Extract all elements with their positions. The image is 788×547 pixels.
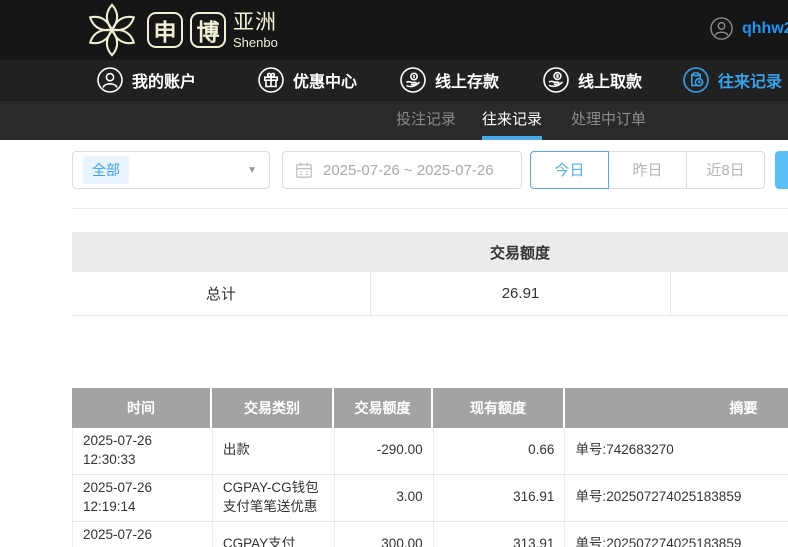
nav-item-transaction-records[interactable]: 往来记录 [683, 60, 782, 100]
quick-range-button-group: 今日 昨日 近8日 [530, 151, 765, 189]
nav-label: 我的账户 [132, 68, 196, 92]
nav-item-online-withdrawal[interactable]: 线上取款 [543, 60, 642, 100]
tab-label: 处理中订单 [571, 111, 646, 128]
summary-table-header: 交易额度 [72, 232, 788, 272]
row-time: 2025-07-26 12:19:14 [73, 522, 213, 547]
summary-header-amount: 交易额度 [370, 242, 670, 263]
type-filter-selected-tag[interactable]: 全部 [83, 156, 129, 184]
account-icon [97, 67, 123, 93]
tab-processing-orders[interactable]: 处理中订单 [571, 101, 646, 140]
nav-label: 线上存款 [435, 68, 499, 92]
row-type: CGPAY支付 [213, 522, 335, 547]
row-amount: 3.00 [335, 475, 434, 521]
tab-label: 投注记录 [396, 111, 456, 128]
summary-table: 交易额度 总计 26.91 [72, 232, 788, 316]
calendar-icon [295, 161, 313, 179]
row-amount: 300.00 [335, 522, 434, 547]
nav-item-online-deposit[interactable]: 线上存款 [400, 60, 499, 100]
nav-label: 往来记录 [718, 68, 782, 92]
column-header-summary: 摘要 [565, 388, 788, 428]
today-button[interactable]: 今日 [530, 151, 609, 189]
records-subnav: 投注记录 往来记录 处理中订单 [0, 100, 788, 140]
tab-betting-records[interactable]: 投注记录 [396, 101, 456, 140]
tab-label: 往来记录 [482, 111, 542, 128]
logo-region-text: 亚洲 [233, 12, 278, 33]
row-balance: 0.66 [434, 428, 566, 474]
tab-transaction-records[interactable]: 往来记录 [482, 101, 542, 140]
deposit-icon [400, 67, 426, 93]
row-type: CGPAY-CG钱包支付笔笔送优惠 [213, 475, 335, 521]
user-account-area[interactable]: qhhw2 [710, 17, 788, 40]
user-circle-icon [710, 17, 733, 40]
main-navbar: 我的账户 优惠中心 线上存款 [0, 60, 788, 100]
username-text[interactable]: qhhw2 [742, 20, 788, 38]
nav-item-promotions[interactable]: 优惠中心 [258, 60, 357, 100]
search-button[interactable] [775, 151, 788, 189]
nav-label: 线上取款 [578, 68, 642, 92]
records-table-header: 时间 交易类别 交易额度 现有额度 摘要 [72, 388, 788, 428]
column-header-time: 时间 [72, 388, 212, 428]
withdraw-icon [543, 67, 569, 93]
records-table: 时间 交易类别 交易额度 现有额度 摘要 2025-07-26 12:30:33… [72, 388, 788, 547]
logo-latin-text: Shenbo [233, 36, 278, 49]
column-header-type: 交易类别 [212, 388, 334, 428]
table-row: 2025-07-26 12:30:33 出款 -290.00 0.66 单号:7… [72, 428, 788, 475]
gift-icon [258, 67, 284, 93]
logo-wordmark: 亚洲 Shenbo [233, 12, 278, 49]
column-header-amount: 交易额度 [334, 388, 433, 428]
section-divider [72, 208, 788, 209]
row-summary: 单号:742683270 [565, 428, 788, 474]
brand-logo[interactable]: 申 博 亚洲 Shenbo [84, 2, 278, 58]
row-balance: 313.91 [434, 522, 566, 547]
summary-total-value: 26.91 [370, 272, 670, 315]
date-range-value: 2025-07-26 ~ 2025-07-26 [323, 162, 494, 179]
logo-char-box-1: 申 [147, 12, 183, 48]
summary-empty-cell [670, 272, 788, 315]
summary-total-label: 总计 [72, 272, 370, 315]
row-summary: 单号:202507274025183859 [565, 475, 788, 521]
logo-char-2: 博 [197, 13, 220, 47]
row-amount: -290.00 [335, 428, 434, 474]
logo-char-box-2: 博 [190, 12, 226, 48]
summary-total-row: 总计 26.91 [72, 272, 788, 316]
row-balance: 316.91 [434, 475, 566, 521]
nav-label: 优惠中心 [293, 68, 357, 92]
table-row: 2025-07-26 12:19:14 CGPAY支付 300.00 313.9… [72, 522, 788, 547]
flower-icon [84, 2, 140, 58]
top-header-bar: 申 博 亚洲 Shenbo qhhw2 [0, 0, 788, 60]
table-row: 2025-07-26 12:19:14 CGPAY-CG钱包支付笔笔送优惠 3.… [72, 475, 788, 522]
date-range-input[interactable]: 2025-07-26 ~ 2025-07-26 [282, 151, 522, 189]
nav-item-my-account[interactable]: 我的账户 [97, 60, 196, 100]
row-time: 2025-07-26 12:30:33 [73, 428, 213, 474]
column-header-balance: 现有额度 [433, 388, 565, 428]
row-summary: 单号:202507274025183859 [565, 522, 788, 547]
last-8-days-button[interactable]: 近8日 [686, 151, 765, 189]
transaction-records-page: 申 博 亚洲 Shenbo qhhw2 [0, 0, 788, 547]
row-time: 2025-07-26 12:19:14 [73, 475, 213, 521]
yesterday-button[interactable]: 昨日 [608, 151, 687, 189]
type-filter-select[interactable]: 全部 ▼ [72, 151, 270, 189]
row-type: 出款 [213, 428, 335, 474]
chevron-down-icon: ▼ [247, 165, 257, 176]
records-icon [683, 67, 709, 93]
logo-char-1: 申 [154, 13, 177, 47]
